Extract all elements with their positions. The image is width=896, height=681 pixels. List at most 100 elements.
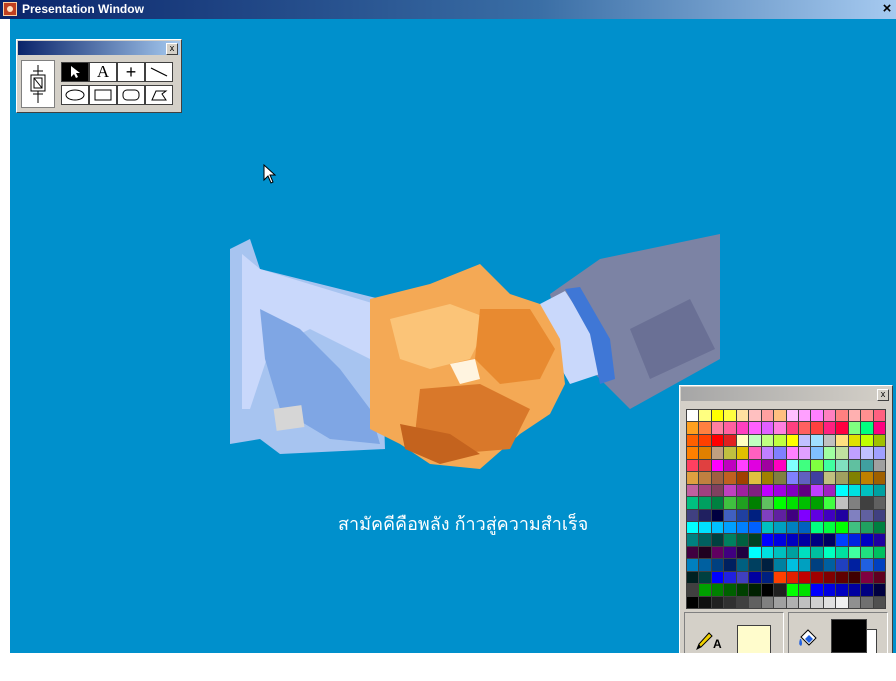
color-swatch[interactable] — [811, 596, 823, 608]
color-swatch[interactable] — [687, 571, 699, 584]
color-swatch[interactable] — [811, 484, 823, 497]
color-swatch[interactable] — [873, 422, 885, 434]
color-swatch[interactable] — [861, 509, 873, 521]
color-swatch[interactable] — [711, 584, 724, 596]
color-swatch[interactable] — [774, 571, 786, 584]
color-swatch[interactable] — [848, 422, 861, 434]
color-swatch[interactable] — [687, 447, 699, 459]
color-swatch[interactable] — [774, 459, 786, 472]
color-swatch[interactable] — [836, 422, 848, 434]
color-swatch[interactable] — [836, 584, 848, 596]
color-swatch[interactable] — [687, 596, 699, 608]
color-swatch[interactable] — [699, 459, 711, 472]
color-swatch[interactable] — [724, 484, 736, 497]
close-button[interactable]: × — [880, 0, 894, 18]
color-swatch[interactable] — [699, 447, 711, 459]
color-swatch[interactable] — [687, 434, 699, 447]
layer-icon[interactable] — [21, 60, 55, 108]
color-swatch[interactable] — [711, 559, 724, 571]
color-swatch[interactable] — [749, 521, 761, 534]
color-swatch[interactable] — [798, 596, 811, 608]
color-swatch[interactable] — [724, 596, 736, 608]
color-swatch[interactable] — [798, 559, 811, 571]
color-swatch[interactable] — [786, 546, 798, 559]
color-swatch[interactable] — [786, 584, 798, 596]
color-swatch[interactable] — [836, 596, 848, 608]
color-swatch[interactable] — [699, 546, 711, 559]
color-swatch[interactable] — [749, 434, 761, 447]
paint-bucket-icon[interactable] — [797, 627, 819, 651]
color-swatch[interactable] — [711, 459, 724, 472]
color-swatch[interactable] — [848, 534, 861, 546]
color-swatch[interactable] — [798, 509, 811, 521]
color-swatch[interactable] — [749, 546, 761, 559]
color-swatch[interactable] — [811, 509, 823, 521]
color-swatch[interactable] — [786, 434, 798, 447]
color-swatch[interactable] — [873, 509, 885, 521]
color-swatch[interactable] — [848, 571, 861, 584]
color-swatch[interactable] — [798, 422, 811, 434]
color-swatch[interactable] — [861, 559, 873, 571]
color-swatch[interactable] — [848, 472, 861, 484]
color-swatch[interactable] — [774, 472, 786, 484]
color-swatch[interactable] — [711, 534, 724, 546]
color-swatch[interactable] — [687, 459, 699, 472]
color-swatch[interactable] — [687, 410, 699, 422]
color-swatch[interactable] — [811, 434, 823, 447]
color-swatch[interactable] — [861, 484, 873, 497]
color-swatch[interactable] — [749, 472, 761, 484]
color-swatch[interactable] — [836, 546, 848, 559]
color-swatch[interactable] — [711, 521, 724, 534]
color-swatch[interactable] — [786, 596, 798, 608]
color-swatch[interactable] — [811, 422, 823, 434]
color-swatch[interactable] — [786, 472, 798, 484]
tool-palette-title-bar[interactable]: x — [18, 41, 180, 55]
color-swatch[interactable] — [699, 497, 711, 509]
color-swatch[interactable] — [873, 472, 885, 484]
color-swatch[interactable] — [711, 434, 724, 447]
color-swatch[interactable] — [811, 546, 823, 559]
color-swatch[interactable] — [873, 596, 885, 608]
color-swatch[interactable] — [798, 497, 811, 509]
color-swatch[interactable] — [811, 584, 823, 596]
color-palette-title-bar[interactable]: x — [681, 387, 891, 401]
color-swatch[interactable] — [811, 410, 823, 422]
color-swatch[interactable] — [873, 571, 885, 584]
color-swatch[interactable] — [724, 422, 736, 434]
color-swatch[interactable] — [687, 497, 699, 509]
color-swatch[interactable] — [873, 410, 885, 422]
color-swatch[interactable] — [823, 596, 836, 608]
color-swatch[interactable] — [736, 571, 749, 584]
polygon-tool-icon[interactable] — [145, 85, 173, 105]
color-swatch[interactable] — [724, 584, 736, 596]
color-swatch[interactable] — [774, 509, 786, 521]
color-swatch[interactable] — [724, 434, 736, 447]
color-swatch[interactable] — [873, 497, 885, 509]
color-swatch[interactable] — [736, 596, 749, 608]
color-swatch[interactable] — [687, 559, 699, 571]
color-swatch[interactable] — [749, 484, 761, 497]
color-swatch[interactable] — [724, 546, 736, 559]
color-swatch[interactable] — [724, 459, 736, 472]
color-swatch[interactable] — [736, 434, 749, 447]
color-swatch[interactable] — [724, 509, 736, 521]
color-swatch[interactable] — [774, 521, 786, 534]
pencil-icon[interactable] — [695, 631, 713, 651]
color-swatch[interactable] — [823, 546, 836, 559]
color-swatch[interactable] — [761, 546, 774, 559]
color-swatch[interactable] — [774, 546, 786, 559]
color-swatch[interactable] — [823, 559, 836, 571]
color-swatch[interactable] — [749, 534, 761, 546]
color-swatch[interactable] — [736, 509, 749, 521]
color-swatch[interactable] — [761, 447, 774, 459]
color-swatch[interactable] — [823, 521, 836, 534]
color-swatch[interactable] — [687, 546, 699, 559]
color-swatch[interactable] — [798, 447, 811, 459]
color-swatch[interactable] — [861, 596, 873, 608]
color-swatch[interactable] — [749, 596, 761, 608]
color-swatch[interactable] — [724, 534, 736, 546]
fill-foreground-swatch[interactable] — [831, 619, 867, 653]
color-swatch[interactable] — [873, 584, 885, 596]
color-swatch[interactable] — [736, 521, 749, 534]
color-swatch[interactable] — [724, 447, 736, 459]
